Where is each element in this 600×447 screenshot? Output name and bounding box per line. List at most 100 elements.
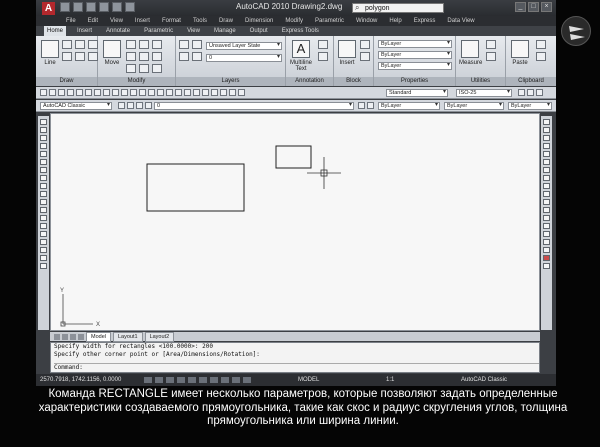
circle-icon[interactable] — [75, 40, 85, 49]
maximize-button[interactable]: □ — [528, 2, 539, 12]
line-tool[interactable]: Line — [39, 40, 61, 66]
cut-icon[interactable] — [536, 40, 546, 49]
move-tool[interactable]: Move — [101, 40, 123, 66]
v-xline-icon[interactable] — [40, 127, 47, 133]
tb-pan-icon[interactable] — [148, 89, 155, 96]
mleader-style-icon[interactable] — [527, 89, 534, 96]
ellipse-icon[interactable] — [88, 52, 98, 61]
new-file-icon[interactable] — [60, 2, 70, 12]
coordinate-readout[interactable]: 2570.7918, 1742.1156, 0.0000 — [40, 376, 121, 384]
menu-draw[interactable]: Draw — [219, 16, 233, 26]
tb-preview-icon[interactable] — [76, 89, 83, 96]
tb-publish-icon[interactable] — [85, 89, 92, 96]
tab-annotate[interactable]: Annotate — [103, 26, 133, 36]
tab-layout1[interactable]: Layout1 — [112, 331, 143, 342]
tb-zoom-icon[interactable] — [157, 89, 164, 96]
layer-properties-icon[interactable] — [179, 40, 189, 49]
v-break-point-icon[interactable] — [543, 207, 550, 213]
v-make-block-icon[interactable] — [40, 215, 47, 221]
linetype-toolbar-select[interactable]: ByLayer — [444, 102, 504, 110]
v-extend-icon[interactable] — [543, 199, 550, 205]
tab-home[interactable]: Home — [44, 26, 67, 36]
tb-undo-icon[interactable] — [130, 89, 137, 96]
v-trim-icon[interactable] — [543, 191, 550, 197]
command-prompt[interactable]: Command: — [54, 363, 539, 371]
menu-help[interactable]: Help — [389, 16, 401, 26]
qp-icon[interactable] — [243, 377, 251, 383]
layer-select[interactable]: 0 — [206, 54, 282, 62]
next-tab-icon[interactable] — [70, 333, 76, 340]
multiline-text-tool[interactable]: A Multiline Text — [288, 40, 314, 72]
v-offset-icon[interactable] — [543, 143, 550, 149]
v-region-icon[interactable] — [40, 247, 47, 253]
snap-icon[interactable] — [144, 377, 152, 383]
layer-state-select[interactable]: Unsaved Layer State — [206, 42, 282, 50]
layer-freeze-icon[interactable] — [179, 52, 189, 61]
layer-bulb-icon[interactable] — [127, 102, 134, 109]
v-fillet-icon[interactable] — [543, 239, 550, 245]
menu-window[interactable]: Window — [356, 16, 377, 26]
menu-insert[interactable]: Insert — [135, 16, 150, 26]
tab-insert[interactable]: Insert — [74, 26, 95, 36]
v-mtext-icon[interactable] — [40, 263, 47, 269]
v-ellipse-icon[interactable] — [40, 191, 47, 197]
insert-block-tool[interactable]: Insert — [336, 40, 358, 66]
v-circle-icon[interactable] — [40, 167, 47, 173]
measure-tool[interactable]: Measure — [459, 40, 482, 66]
v-spline-icon[interactable] — [40, 183, 47, 189]
v-properties-icon[interactable] — [543, 255, 550, 261]
workspace-switch[interactable]: AutoCAD Classic — [461, 376, 507, 384]
v-chamfer-icon[interactable] — [543, 231, 550, 237]
v-array-icon[interactable] — [543, 151, 550, 157]
tb-markup-icon[interactable] — [220, 89, 227, 96]
v-copy-icon[interactable] — [543, 127, 550, 133]
menu-parametric[interactable]: Parametric — [315, 16, 344, 26]
layer-isolate-icon[interactable] — [192, 40, 202, 49]
help-search-input[interactable]: polygon — [352, 3, 444, 13]
tab-output[interactable]: Output — [247, 26, 271, 36]
v-ellipse-arc-icon[interactable] — [40, 199, 47, 205]
v-line-icon[interactable] — [40, 119, 47, 125]
v-arc-icon[interactable] — [40, 159, 47, 165]
prev-tab-icon[interactable] — [62, 333, 68, 340]
v-explode-icon[interactable] — [543, 247, 550, 253]
workspace-select[interactable]: AutoCAD Classic — [40, 102, 112, 110]
linetype-select[interactable]: ByLayer — [378, 51, 452, 59]
rectangle-large[interactable] — [146, 163, 245, 212]
tb-zoom-prev-icon[interactable] — [175, 89, 182, 96]
menu-format[interactable]: Format — [162, 16, 181, 26]
tab-parametric[interactable]: Parametric — [141, 26, 176, 36]
minimize-button[interactable]: _ — [515, 2, 526, 12]
leader-icon[interactable] — [318, 52, 328, 61]
stretch-icon[interactable] — [126, 64, 136, 73]
command-line[interactable]: Specify width for rectangles <100.0000>:… — [50, 342, 540, 373]
dyn-icon[interactable] — [221, 377, 229, 383]
dimension-icon[interactable] — [318, 40, 328, 49]
v-insert-block-icon[interactable] — [40, 207, 47, 213]
undo-icon[interactable] — [99, 2, 109, 12]
menu-view[interactable]: View — [110, 16, 123, 26]
make-current-icon[interactable] — [358, 102, 365, 109]
ortho-icon[interactable] — [166, 377, 174, 383]
tb-sheet-set-icon[interactable] — [211, 89, 218, 96]
v-polygon-icon[interactable] — [40, 143, 47, 149]
menu-file[interactable]: File — [66, 16, 76, 26]
tb-match-icon[interactable] — [121, 89, 128, 96]
tb-properties-icon[interactable] — [184, 89, 191, 96]
erase-icon[interactable] — [152, 40, 162, 49]
polar-icon[interactable] — [177, 377, 185, 383]
v-move-icon[interactable] — [543, 159, 550, 165]
v-scale-icon[interactable] — [543, 175, 550, 181]
tab-model[interactable]: Model — [86, 331, 111, 342]
drawing-canvas[interactable]: Y X — [50, 113, 540, 331]
table-style-icon[interactable] — [518, 89, 525, 96]
layer-previous-icon[interactable] — [367, 102, 374, 109]
tb-calc-icon[interactable] — [229, 89, 236, 96]
autocad-logo-icon[interactable]: A — [42, 2, 55, 15]
v-polyline-icon[interactable] — [40, 135, 47, 141]
create-block-icon[interactable] — [360, 40, 370, 49]
layer-sun-icon[interactable] — [136, 102, 143, 109]
tb-open-icon[interactable] — [49, 89, 56, 96]
rectangle-small[interactable] — [275, 145, 312, 169]
menu-express[interactable]: Express — [414, 16, 436, 26]
